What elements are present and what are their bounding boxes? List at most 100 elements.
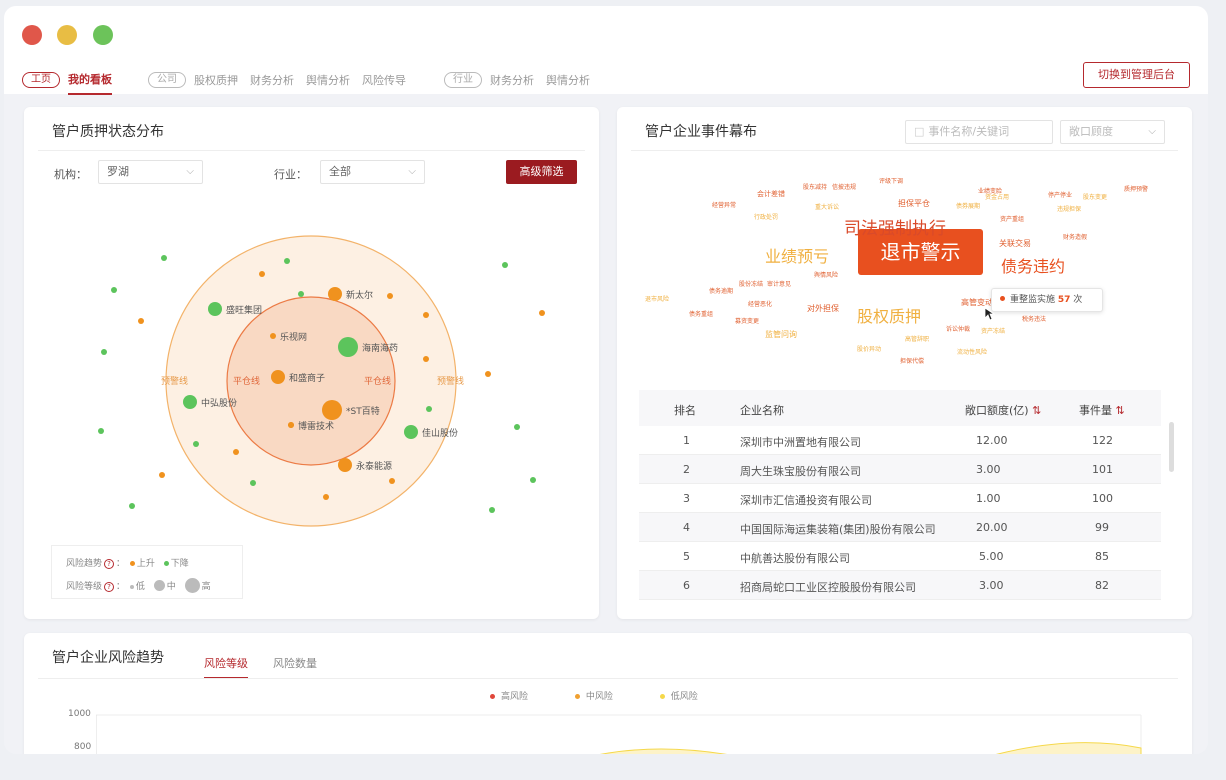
risk-dot[interactable]	[138, 318, 144, 324]
event-word[interactable]: 高管辞职	[905, 337, 929, 343]
risk-dot[interactable]	[111, 287, 117, 293]
event-word[interactable]: 股份冻结	[739, 282, 763, 288]
col-events[interactable]: 事件量 ⇅	[1079, 402, 1125, 418]
table-row[interactable]: 4 中国国际海运集装箱(集团)股份有限公司 20.00 99	[639, 513, 1161, 542]
event-word[interactable]: 债券展期	[956, 204, 980, 210]
event-word[interactable]: 流动性风险	[957, 350, 987, 356]
tab-company-finance[interactable]: 财务分析	[250, 72, 294, 88]
event-word[interactable]: 会计差错	[757, 191, 785, 198]
close-dot[interactable]	[22, 25, 42, 45]
company-bubble[interactable]	[270, 333, 276, 339]
exposure-select[interactable]: 敞口顾度 ⌵	[1060, 120, 1165, 144]
risk-dot[interactable]	[539, 310, 545, 316]
event-word[interactable]: 债务重组	[689, 312, 713, 318]
risk-dot[interactable]	[259, 271, 265, 277]
risk-dot[interactable]	[193, 441, 199, 447]
event-word[interactable]: 高管变动	[961, 299, 993, 307]
event-word[interactable]: 债务逾期	[709, 289, 733, 295]
tab-company-risk[interactable]: 风险传导	[362, 72, 406, 88]
event-word[interactable]: 财务造假	[1063, 235, 1087, 241]
risk-dot[interactable]	[250, 480, 256, 486]
event-word[interactable]: 股东变更	[1083, 195, 1107, 201]
event-word[interactable]: 股东减持	[803, 185, 827, 191]
company-bubble[interactable]	[338, 337, 358, 357]
event-word[interactable]: 债务违约	[1001, 259, 1065, 275]
tab-my-board[interactable]: 我的看板	[68, 71, 112, 95]
company-bubble[interactable]	[328, 287, 342, 301]
table-scrollbar[interactable]	[1169, 422, 1174, 472]
table-row[interactable]: 3 深圳市汇信通投资有限公司 1.00 100	[639, 484, 1161, 513]
risk-dot[interactable]	[98, 428, 104, 434]
tab-company-sentiment[interactable]: 舆情分析	[306, 72, 350, 88]
risk-dot[interactable]	[387, 293, 393, 299]
event-word[interactable]: 诉讼仲裁	[946, 327, 970, 333]
company-bubble[interactable]	[322, 400, 342, 420]
risk-dot[interactable]	[101, 349, 107, 355]
event-word[interactable]: 关联交易	[999, 240, 1031, 248]
risk-dot[interactable]	[159, 472, 165, 478]
event-word[interactable]: 停产停业	[1048, 193, 1072, 199]
help-icon[interactable]: ?	[104, 582, 115, 592]
event-word[interactable]: 行政处罚	[754, 215, 778, 221]
event-word[interactable]: 司法强制执行	[844, 221, 946, 238]
table-row[interactable]: 5 中航善达股份有限公司 5.00 85	[639, 542, 1161, 571]
risk-dot[interactable]	[389, 478, 395, 484]
minimize-dot[interactable]	[57, 25, 77, 45]
event-word[interactable]: 资产重组	[1000, 217, 1024, 223]
table-row[interactable]: 1 深圳市中洲置地有限公司 12.00 122	[639, 426, 1161, 455]
event-word[interactable]: 经营恶化	[748, 302, 772, 308]
switch-admin-button[interactable]: 切换到管理后台	[1083, 62, 1190, 88]
event-word[interactable]: 舆情风险	[814, 273, 838, 279]
risk-dot[interactable]	[514, 424, 520, 430]
tab-industry-finance[interactable]: 财务分析	[490, 72, 534, 88]
event-word[interactable]: 审计意见	[767, 282, 791, 288]
event-word[interactable]: 募资变更	[735, 319, 759, 325]
tab-risk-count[interactable]: 风险数量	[273, 655, 317, 671]
col-exposure[interactable]: 敞口额度(亿) ⇅	[965, 402, 1041, 418]
event-word[interactable]: 股权质押	[857, 309, 921, 325]
event-word[interactable]: 资金占用	[985, 195, 1009, 201]
company-bubble[interactable]	[338, 458, 352, 472]
table-row[interactable]: 2 周大生珠宝股份有限公司 3.00 101	[639, 455, 1161, 484]
sort-icon[interactable]: ⇅	[1032, 404, 1041, 417]
risk-dot[interactable]	[161, 255, 167, 261]
risk-dot[interactable]	[233, 449, 239, 455]
event-word[interactable]: 股价异动	[857, 347, 881, 353]
company-bubble[interactable]	[404, 425, 418, 439]
event-word[interactable]: 违规担保	[1057, 207, 1081, 213]
sort-icon[interactable]: ⇅	[1116, 404, 1125, 417]
event-word[interactable]: 重大诉讼	[815, 205, 839, 211]
risk-dot[interactable]	[426, 406, 432, 412]
home-pill[interactable]: 工页	[22, 72, 60, 88]
risk-dot[interactable]	[423, 356, 429, 362]
event-word[interactable]: 评级下调	[879, 179, 903, 185]
risk-dot[interactable]	[502, 262, 508, 268]
risk-dot[interactable]	[129, 503, 135, 509]
event-word[interactable]: 监管问询	[765, 331, 797, 339]
risk-dot[interactable]	[485, 371, 491, 377]
event-word[interactable]: 质押预警	[1124, 187, 1148, 193]
tab-industry-sentiment[interactable]: 舆情分析	[546, 72, 590, 88]
event-search-input[interactable]: □ 事件名称/关键词	[905, 120, 1053, 144]
help-icon[interactable]: ?	[104, 559, 115, 569]
table-row[interactable]: 6 招商局蛇口工业区控股股份有限公司 3.00 82	[639, 571, 1161, 600]
risk-dot[interactable]	[423, 312, 429, 318]
event-word[interactable]: 资产冻结	[981, 329, 1005, 335]
tab-risk-level[interactable]: 风险等级	[204, 655, 248, 679]
event-word[interactable]: 退市风险	[645, 297, 669, 303]
company-bubble[interactable]	[288, 422, 294, 428]
risk-dot[interactable]	[298, 291, 304, 297]
event-word[interactable]: 经营异常	[712, 203, 736, 209]
company-bubble[interactable]	[183, 395, 197, 409]
maximize-dot[interactable]	[93, 25, 113, 45]
event-word[interactable]: 税务违法	[1022, 317, 1046, 323]
event-word[interactable]: 担保平仓	[898, 200, 930, 208]
risk-dot[interactable]	[323, 494, 329, 500]
event-word[interactable]: 信披违规	[832, 185, 856, 191]
risk-dot[interactable]	[284, 258, 290, 264]
company-bubble[interactable]	[208, 302, 222, 316]
risk-dot[interactable]	[530, 477, 536, 483]
event-word[interactable]: 担保代偿	[900, 359, 924, 365]
risk-dot[interactable]	[489, 507, 495, 513]
event-word[interactable]: 业绩预亏	[765, 249, 829, 265]
